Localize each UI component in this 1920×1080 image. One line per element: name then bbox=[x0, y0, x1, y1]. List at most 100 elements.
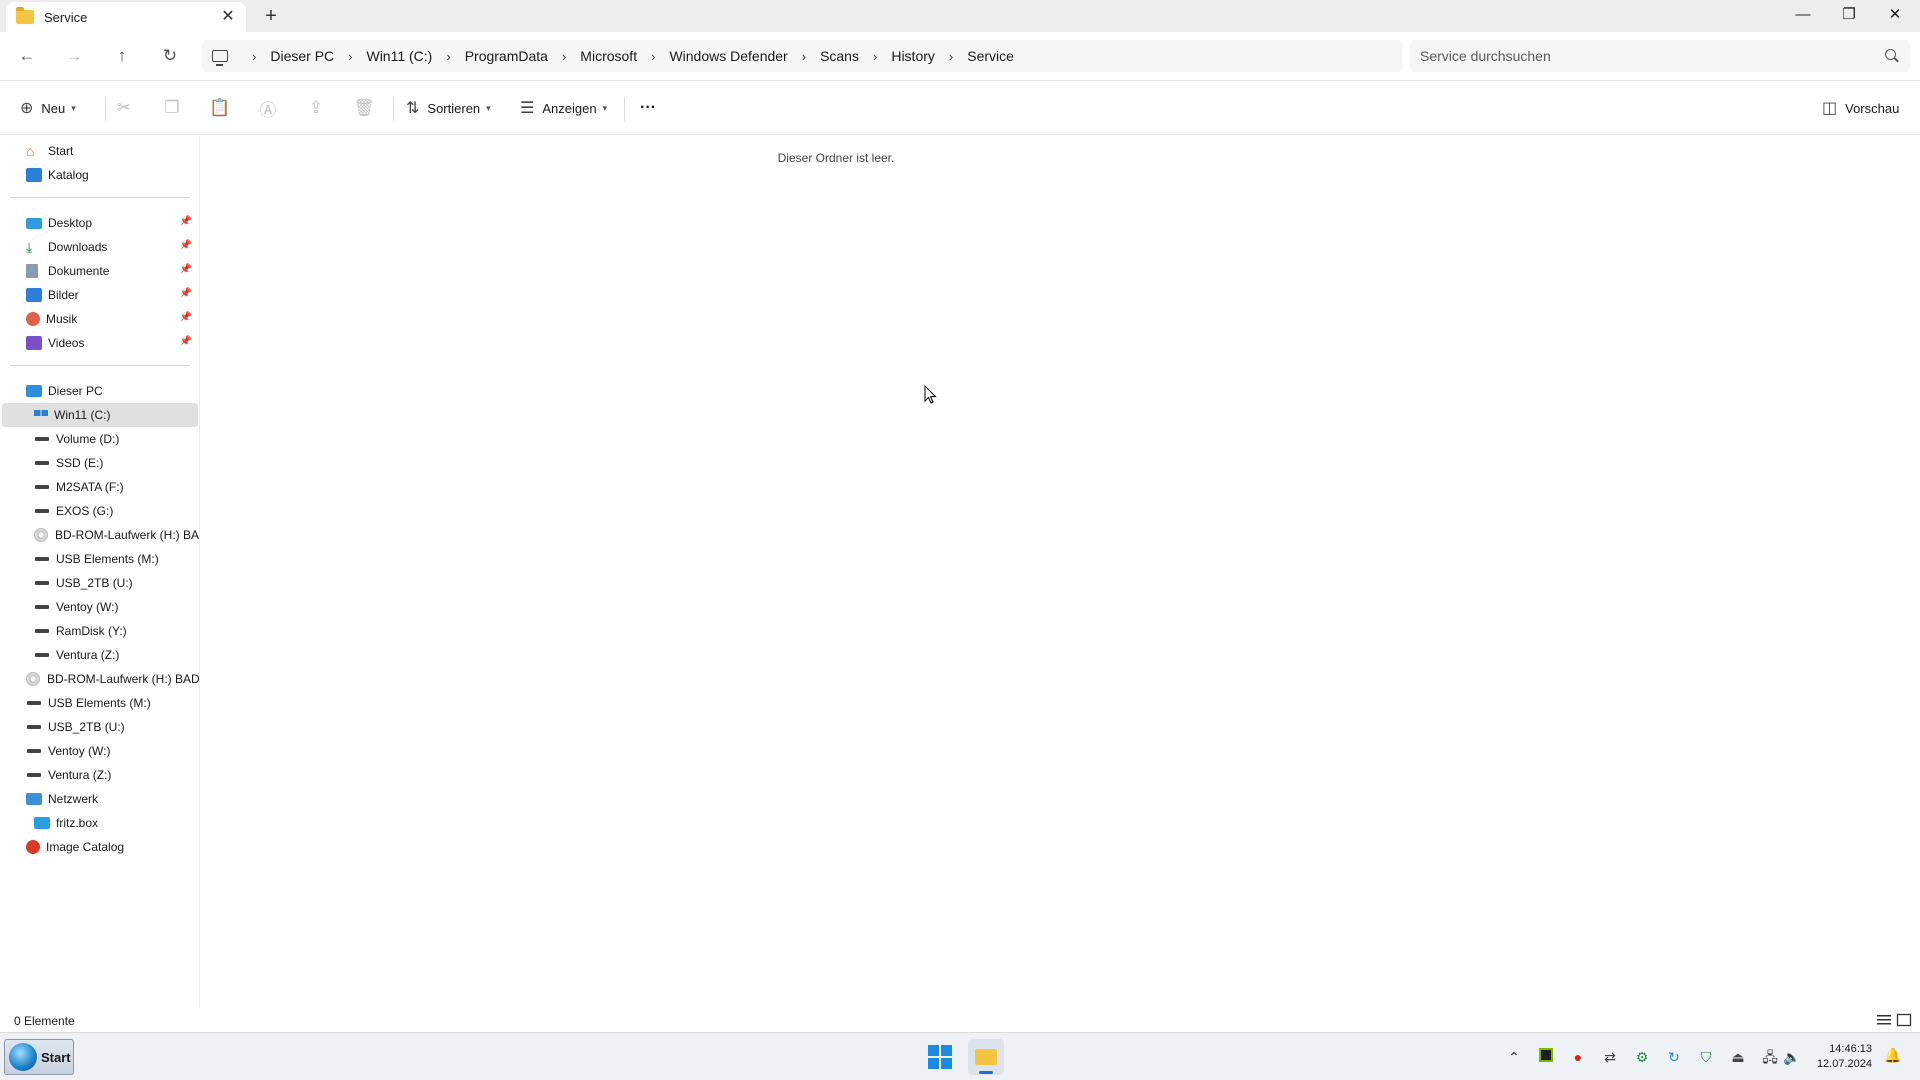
sidebar-item-dieser-pc[interactable]: Dieser PC bbox=[2, 379, 198, 403]
pin-icon[interactable]: 📌 bbox=[180, 288, 192, 299]
sidebar-item-drive-h[interactable]: BD-ROM-Laufwerk (H:) BAD_ bbox=[2, 523, 199, 547]
sidebar-item-drive-z[interactable]: Ventura (Z:) bbox=[2, 643, 198, 667]
start-button[interactable]: Start bbox=[4, 1039, 74, 1075]
crumb-dieser-pc[interactable]: Dieser PC bbox=[270, 48, 334, 64]
home-icon: ⌂ bbox=[26, 143, 35, 159]
chevron-right-icon[interactable]: › bbox=[562, 49, 566, 64]
more-options-button[interactable]: ··· bbox=[640, 93, 656, 123]
close-window-button[interactable]: ✕ bbox=[1872, 0, 1918, 32]
pin-icon[interactable]: 📌 bbox=[180, 336, 192, 347]
sidebar-item-drive-m[interactable]: USB Elements (M:) bbox=[2, 547, 198, 571]
pin-icon[interactable]: 📌 bbox=[180, 216, 192, 227]
sidebar-item-drive-g[interactable]: EXOS (G:) bbox=[2, 499, 198, 523]
sidebar-item-bd-rom[interactable]: BD-ROM-Laufwerk (H:) BAD_ bbox=[2, 667, 199, 691]
view-button[interactable]: ☰ Anzeigen ▾ bbox=[520, 93, 607, 123]
chevron-right-icon[interactable]: › bbox=[949, 49, 953, 64]
new-button[interactable]: ⊕ Neu ▾ bbox=[20, 93, 76, 123]
paste-icon[interactable]: 📋 bbox=[205, 93, 235, 123]
sidebar-item-drive-c[interactable]: Win11 (C:) bbox=[2, 403, 198, 427]
restore-button[interactable]: ❐ bbox=[1826, 0, 1872, 32]
file-explorer-taskbar-icon[interactable] bbox=[968, 1039, 1004, 1075]
up-arrow-icon[interactable]: ↑ bbox=[110, 44, 134, 68]
volume-icon[interactable]: 🔈 bbox=[1782, 1047, 1802, 1067]
sidebar-item-drive-u[interactable]: USB_2TB (U:) bbox=[2, 571, 198, 595]
sidebar-item-dokumente[interactable]: Dokumente 📌 bbox=[2, 259, 198, 283]
sort-button[interactable]: ⇅ Sortieren ▾ bbox=[406, 93, 491, 123]
pin-icon[interactable]: 📌 bbox=[180, 312, 192, 323]
sidebar-item-drive-w[interactable]: Ventoy (W:) bbox=[2, 595, 198, 619]
sidebar-item-label: USB_2TB (U:) bbox=[56, 576, 133, 590]
tool-icon[interactable]: ⚙ bbox=[1632, 1047, 1652, 1067]
sidebar-item-downloads[interactable]: ⤓ Downloads 📌 bbox=[2, 235, 198, 259]
clock[interactable]: 14:46:13 12.07.2024 bbox=[1816, 1042, 1872, 1072]
sidebar-item-start[interactable]: ⌂ Start bbox=[2, 139, 198, 163]
tab-service[interactable]: Service ✕ bbox=[6, 2, 246, 32]
sidebar-item-desktop[interactable]: Desktop 📌 bbox=[2, 211, 198, 235]
search-box[interactable] bbox=[1410, 40, 1910, 72]
forward-arrow-icon[interactable]: → bbox=[62, 44, 86, 68]
sidebar-item-drive-f[interactable]: M2SATA (F:) bbox=[2, 475, 198, 499]
network-icon[interactable]: 🖧 bbox=[1760, 1047, 1780, 1067]
sidebar-item-usb-2tb[interactable]: USB_2TB (U:) bbox=[2, 715, 198, 739]
chevron-right-icon[interactable]: › bbox=[873, 49, 877, 64]
sidebar-item-label: Volume (D:) bbox=[56, 432, 120, 446]
close-tab-button[interactable]: ✕ bbox=[218, 7, 238, 27]
delete-icon[interactable]: 🗑 bbox=[349, 93, 379, 123]
sidebar-item-katalog[interactable]: Katalog bbox=[2, 163, 198, 187]
sidebar-item-bilder[interactable]: Bilder 📌 bbox=[2, 283, 198, 307]
sidebar-item-image-catalog[interactable]: Image Catalog bbox=[2, 835, 198, 859]
cut-icon[interactable]: ✂ bbox=[109, 93, 139, 123]
sidebar-item-fritz-box[interactable]: fritz.box bbox=[2, 811, 198, 835]
file-list-area[interactable]: Dieser Ordner ist leer. bbox=[201, 136, 1920, 1008]
update-icon[interactable]: ↻ bbox=[1664, 1047, 1684, 1067]
navigation-pane: ⌂ Start Katalog Desktop 📌 ⤓ Downloads 📌 … bbox=[0, 136, 200, 1008]
chevron-up-icon[interactable]: ⌃ bbox=[1504, 1047, 1524, 1067]
breadcrumb[interactable]: › Dieser PC › Win11 (C:) › ProgramData ›… bbox=[202, 40, 1402, 72]
crumb-service[interactable]: Service bbox=[967, 48, 1014, 64]
refresh-icon[interactable]: ↻ bbox=[158, 44, 182, 68]
sidebar-item-ventoy[interactable]: Ventoy (W:) bbox=[2, 739, 198, 763]
tiles-view-icon[interactable] bbox=[1896, 1013, 1912, 1027]
share-icon[interactable]: ⇪ bbox=[301, 93, 331, 123]
search-input[interactable] bbox=[1420, 48, 1860, 64]
preview-button[interactable]: ◫ Vorschau bbox=[1822, 93, 1899, 123]
new-tab-button[interactable]: + bbox=[260, 5, 282, 27]
chevron-right-icon[interactable]: › bbox=[802, 49, 806, 64]
usb-icon[interactable]: ⏏ bbox=[1728, 1047, 1748, 1067]
crumb-scans[interactable]: Scans bbox=[820, 48, 859, 64]
sidebar-item-musik[interactable]: Musik 📌 bbox=[2, 307, 198, 331]
crumb-win11[interactable]: Win11 (C:) bbox=[366, 48, 432, 64]
copy-icon[interactable]: ❐ bbox=[157, 93, 187, 123]
crumb-windows-defender[interactable]: Windows Defender bbox=[669, 48, 787, 64]
folder-icon bbox=[16, 7, 34, 24]
chevron-right-icon[interactable]: › bbox=[651, 49, 655, 64]
sidebar-item-netzwerk[interactable]: Netzwerk bbox=[2, 787, 198, 811]
chevron-right-icon[interactable]: › bbox=[446, 49, 450, 64]
pin-icon[interactable]: 📌 bbox=[180, 264, 192, 275]
crumb-programdata[interactable]: ProgramData bbox=[465, 48, 548, 64]
sidebar-item-videos[interactable]: Videos 📌 bbox=[2, 331, 198, 355]
chevron-down-icon: ▾ bbox=[486, 102, 491, 113]
back-arrow-icon[interactable]: ← bbox=[15, 44, 39, 68]
search-icon[interactable] bbox=[1885, 49, 1896, 60]
notification-bell-icon[interactable]: 🔔 bbox=[1884, 1047, 1901, 1064]
sidebar-item-drive-e[interactable]: SSD (E:) bbox=[2, 451, 198, 475]
adobe-icon[interactable]: ● bbox=[1568, 1047, 1588, 1067]
windows-start-icon[interactable] bbox=[928, 1045, 952, 1069]
sidebar-item-drive-d[interactable]: Volume (D:) bbox=[2, 427, 198, 451]
chevron-right-icon[interactable]: › bbox=[348, 49, 352, 64]
sync-icon[interactable]: ⇄ bbox=[1600, 1047, 1620, 1067]
chevron-right-icon[interactable]: › bbox=[252, 49, 256, 64]
sidebar-item-drive-y[interactable]: RamDisk (Y:) bbox=[2, 619, 198, 643]
sidebar-item-ventura[interactable]: Ventura (Z:) bbox=[2, 763, 198, 787]
crumb-history[interactable]: History bbox=[891, 48, 935, 64]
pin-icon[interactable]: 📌 bbox=[180, 240, 192, 251]
sidebar-item-label: Dokumente bbox=[48, 264, 110, 278]
minimize-button[interactable]: — bbox=[1780, 0, 1826, 32]
sidebar-item-usb-elements[interactable]: USB Elements (M:) bbox=[2, 691, 198, 715]
rename-icon[interactable]: Ⓐ bbox=[253, 93, 283, 123]
nvidia-icon[interactable] bbox=[1536, 1047, 1556, 1067]
shield-icon[interactable]: ⛉ bbox=[1696, 1047, 1716, 1067]
details-view-icon[interactable] bbox=[1876, 1013, 1892, 1027]
crumb-microsoft[interactable]: Microsoft bbox=[580, 48, 637, 64]
